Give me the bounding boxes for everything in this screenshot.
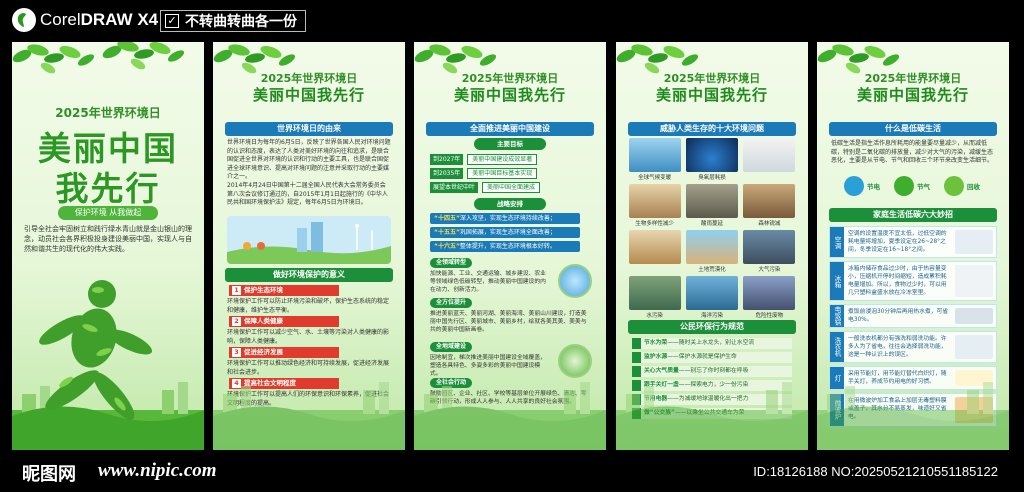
threat-desertification: 土地荒漠化 [685, 230, 738, 273]
wind-power-image [558, 264, 592, 298]
city-ground-decoration [414, 382, 606, 450]
main-title: 美丽中国我先行 [655, 86, 768, 104]
threat-water-pollution: 水污染 [628, 276, 681, 319]
leaves-decoration [12, 42, 186, 76]
main-title: 美丽中国我先行 [856, 86, 969, 104]
main-title: 美丽中国我先行 [252, 86, 365, 104]
section-title-threats: 威胁人类生存的十大环境问题 [628, 122, 796, 136]
coreldraw-logo: CorelDRAW X4 [12, 8, 158, 32]
action-row-3: 关心大气质量——别忘了你时刻都在呼吸 [632, 366, 792, 377]
threat-hazardous-waste: 危险性废物 [743, 276, 796, 319]
image-id-text: ID:18126188 NO:20250521210551185122 [753, 464, 998, 479]
app-name: CorelDRAW X4 [40, 10, 159, 29]
section-title-origin: 世界环境日的由来 [225, 122, 393, 136]
low-carbon-paragraph: 低碳生活是指生活作息所耗用的能量要尽量减少，从而减低碳，特别是二氧化碳的排放量，… [831, 140, 994, 164]
leaf-runner-figure [39, 280, 153, 420]
tip-washing-machine: 洗衣机 一般洗衣机都分有强洗和弱洗功能。许多人为了省电，往往会选择弱洗功能，这是一… [829, 331, 997, 363]
slogan-badge: 保护环境 从我做起 [58, 206, 158, 220]
tag-upgrade: 全方位提升 [430, 298, 473, 308]
threat-photo [743, 138, 796, 181]
watermark-footer: 昵图网 www.nipic.com ID:18126188 NO:2025052… [0, 452, 1024, 492]
headline-line2: 我先行 [55, 169, 161, 208]
tag-regional: 全地域建设 [430, 342, 473, 352]
city-ground-decoration [213, 382, 405, 450]
check-icon: ✓ [165, 14, 179, 28]
tag-transition-text: 加快能源、工业、交通运输、城乡建设、农业等领域绿色低碳转型，推动美丽中国建设的内… [430, 271, 546, 293]
poster-panel-threats: 2025年世界环境日 美丽中国我先行 威胁人类生存的十大环境问题 全球气候变暖 … [616, 42, 808, 450]
threat-deforestation: 森林锐减 [743, 184, 796, 227]
origin-paragraph-2: 2014年4月24日中国第十二届全国人民代表大会常务委员会第八次会议修订通过的，… [227, 182, 388, 206]
item-text-2: 环境保护工作可以减少空气、水、土壤等污染对人类健康的影响，保障人类健康。 [227, 329, 390, 345]
tag-upgrade-text: 推进美丽蓝天、美丽河湖、美丽海湾、美丽山川建设，打造美丽中国先行区、美丽城市、美… [430, 311, 587, 333]
nipic-url: www.nipic.com [98, 460, 217, 481]
conversion-note: ✓ 不转曲转曲各一份 [160, 10, 306, 32]
item-text-1: 环境保护工作可以防止环境污染和破坏，保护生态系统的稳定和健康，维护生态平衡。 [227, 298, 390, 314]
main-title: 美丽中国我先行 [453, 86, 566, 104]
tip-fridge: 冰箱 冰箱内储存食品过少时，由于热容量变小，压缩机开停时间缩短，造成累积耗电量增加… [829, 261, 997, 301]
goal-row-1: 到2027年 美丽中国建设成效显著 [430, 154, 538, 165]
section-title-low-carbon: 什么是低碳生活 [829, 122, 997, 136]
intro-text: 引导全社会牢固树立和践行绿水青山就是金山银山的理念，动员社会各界积极投身建设美丽… [24, 225, 192, 253]
city-ground-decoration [817, 382, 1009, 450]
plan-row-1: “十四五”深入攻坚，实现生态环境持续改善； [430, 213, 580, 224]
section-title-tips: 家庭生活低碳六大妙招 [829, 208, 997, 222]
coreldraw-balloon-icon [12, 8, 36, 32]
action-row-2: 监护水源——保护水源就是保护生命 [632, 352, 792, 363]
poster-panel-cover: 2025年世界环境日 美丽中国 我先行 保护环境 从我做起 引导全社会牢固树立和… [12, 42, 204, 450]
year-title: 2025年世界环境日 [55, 106, 161, 120]
save-gas-icon: 节气 [894, 176, 930, 196]
poster-panel-low-carbon: 2025年世界环境日 美丽中国我先行 什么是低碳生活 低碳生活是指生活作息所耗用… [817, 42, 1009, 450]
tag-transition: 全领域转型 [430, 258, 473, 268]
green-city-image [558, 344, 592, 378]
clean-energy-illustration [227, 216, 391, 264]
poster-panel-origin: 2025年世界环境日 美丽中国我先行 世界环境日的由来 世界环境日为每年的6月5… [213, 42, 405, 450]
plan-row-3: “十六五”整体提升，实现生态环境根本好转。 [430, 241, 580, 252]
goal-row-2: 到2035年 美丽中国目标基本实现 [430, 168, 538, 179]
low-carbon-icons: 节电 节气 回收 [837, 176, 987, 196]
goal-row-3: 展望本世纪中叶 美丽中国全面建成 [430, 182, 541, 193]
origin-paragraph-1: 世界环境日为每年的6月5日，反映了世界各国人民对环境问题的认识和态度，表达了人类… [227, 139, 391, 180]
item-text-3: 环境保护工作可以推动绿色经济和可持续发展，促进经济发展和社会进步。 [227, 360, 390, 376]
goal-subhead: 主要目标 [474, 138, 546, 150]
section-title-significance: 做好环境保护的意义 [225, 268, 393, 282]
poster-panel-construction: 2025年世界环境日 美丽中国我先行 全面推进美丽中国建设 主要目标 到2027… [414, 42, 606, 450]
threat-acid-rain: 酸雨蔓延 [685, 184, 738, 227]
threat-ocean-pollution: 海洋污染 [685, 276, 738, 319]
threat-ozone: 臭氧层耗损 [685, 138, 738, 181]
threats-photo-grid: 全球气候变暖 臭氧层耗损 生物多样性减少 酸雨蔓延 森林锐减 土地荒漠化 大气污… [628, 138, 796, 319]
threat-photo [628, 230, 681, 273]
item-head-2: 2 保障人类健康 [229, 316, 339, 327]
recycle-icon: 回收 [944, 176, 980, 196]
threat-biodiversity: 生物多样性减少 [628, 184, 681, 227]
nipic-logo-text: 昵图网 [22, 464, 76, 485]
city-ground-decoration [616, 382, 808, 450]
section-title-behavior: 公民环保行为规范 [628, 320, 796, 334]
save-power-icon: 节电 [844, 176, 880, 196]
threat-global-warming: 全球气候变暖 [628, 138, 681, 181]
plan-row-2: “十五五”巩固拓展，实现生态环境全面改善； [430, 227, 580, 238]
section-title-construction: 全面推进美丽中国建设 [426, 122, 594, 136]
plan-subhead: 战略安排 [474, 198, 546, 210]
conversion-note-text: 不转曲转曲各一份 [185, 14, 297, 30]
tip-air-conditioner: 空调 空调的设置温度不宜太低，过低空调的耗电量将增加，夏季设定在26~28°之间，… [829, 226, 997, 258]
item-head-3: 3 促进经济发展 [229, 347, 339, 358]
threat-air-pollution: 大气污染 [743, 230, 796, 273]
top-bar: CorelDRAW X4 ✓ 不转曲转曲各一份 [0, 0, 1024, 40]
item-head-1: 1 保护生态环境 [229, 285, 339, 296]
tag-regional-text: 因地制宜，梯次推进美丽中国建设全域覆盖，塑造各具特色、多姿多彩的美丽中国建设模式… [430, 355, 546, 377]
action-row-1: 节水为荣——随时关上水龙头，别让水空流 [632, 338, 792, 349]
tip-rice-cooker: 电饭锅 煮饭前浸泡30分钟后再用热水煮，可省电30%。 [829, 304, 997, 328]
